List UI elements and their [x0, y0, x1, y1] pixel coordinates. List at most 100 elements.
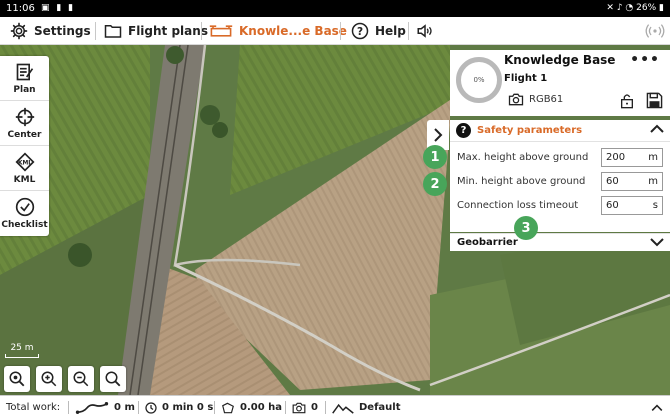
step-marker-3: 3 — [514, 216, 538, 240]
max-height-value: 200 — [606, 152, 626, 163]
help-icon: ? — [351, 22, 369, 40]
kml-icon: KML — [14, 151, 35, 172]
plan-icon — [16, 63, 33, 80]
distance-stat: 0 m — [75, 396, 135, 418]
chevron-right-icon — [434, 128, 443, 142]
connection-status — [645, 17, 665, 45]
area-stat: 0.00 ha — [221, 396, 282, 418]
camera-icon — [292, 402, 306, 413]
project-title: Knowledge Base — [504, 53, 616, 67]
speaker-icon — [417, 24, 432, 38]
chevron-up-icon — [650, 124, 664, 133]
terrain-stat: Default — [332, 396, 401, 418]
zoom-out-button[interactable] — [68, 366, 94, 392]
save-icon[interactable] — [646, 92, 663, 109]
step-marker-1: 1 — [423, 145, 447, 169]
check-circle-icon — [15, 197, 34, 217]
photos-stat: 0 — [292, 396, 318, 418]
safety-parameters-panel: ? Safety parameters Max. height above gr… — [450, 120, 670, 232]
checklist-label: Checklist — [1, 220, 48, 230]
svg-text:?: ? — [357, 26, 363, 38]
progress-ring: 0% — [456, 57, 502, 103]
distance-value: 0 m — [114, 402, 135, 413]
status-right: ✕ ♪ ◔ 26% ▮ — [606, 3, 664, 13]
knowledge-base-label: Knowle...e Base — [239, 24, 347, 38]
zoom-to-fit-button[interactable] — [4, 366, 30, 392]
plan-button[interactable]: Plan — [0, 56, 49, 101]
more-options-button[interactable]: ••• — [630, 52, 660, 68]
zoom-controls — [4, 366, 126, 392]
time-stat: 0 min 0 s — [145, 396, 213, 418]
connection-timeout-row: Connection loss timeout 60 s — [457, 196, 663, 216]
total-work: Total work: — [6, 396, 60, 418]
min-height-row: Min. height above ground 60 m — [457, 172, 663, 192]
plan-label: Plan — [13, 84, 36, 95]
step-marker-2: 2 — [423, 172, 447, 196]
help-button[interactable]: ? Help — [351, 17, 406, 45]
center-label: Center — [7, 129, 42, 140]
map-tools-column: Plan Center KML KML Checklist — [0, 56, 49, 236]
gear-icon — [10, 22, 28, 40]
safety-parameters-header[interactable]: ? Safety parameters — [450, 120, 670, 142]
crosshair-icon — [15, 107, 34, 126]
bottom-status-bar: Total work: 0 m 0 min 0 s 0.00 ha 0 Defa… — [0, 395, 670, 418]
terrain-icon — [332, 403, 354, 414]
drone-icon — [209, 25, 233, 37]
min-height-unit: m — [648, 176, 658, 187]
svg-text:KML: KML — [17, 160, 31, 166]
notification-icons: ▣ ▮ ▮ — [41, 3, 76, 13]
safety-parameters-title: Safety parameters — [477, 125, 583, 136]
zoom-in-button[interactable] — [36, 366, 62, 392]
zoom-in-icon — [41, 371, 57, 387]
zoom-fit-icon — [9, 371, 25, 387]
folder-icon — [104, 25, 122, 38]
camera-icon — [508, 93, 524, 106]
connection-timeout-unit: s — [652, 200, 658, 211]
flight-plans-button[interactable]: Flight plans — [104, 17, 208, 45]
area-value: 0.00 ha — [240, 402, 283, 413]
min-height-label: Min. height above ground — [457, 176, 586, 187]
chevron-up-icon — [651, 403, 663, 411]
scale-label: 25 m — [10, 343, 34, 353]
map-scale: 25 m — [5, 343, 39, 358]
settings-button[interactable]: Settings — [10, 17, 91, 45]
checklist-button[interactable]: Checklist — [0, 191, 49, 236]
geobarrier-title: Geobarrier — [457, 237, 518, 248]
terrain-value: Default — [359, 402, 401, 413]
system-status-bar: 11:06 ▣ ▮ ▮ ✕ ♪ ◔ 26% ▮ — [0, 0, 670, 17]
flight-name: Flight 1 — [504, 73, 548, 84]
signal-icon — [645, 24, 665, 38]
lock-icon[interactable] — [620, 93, 634, 109]
connection-timeout-input[interactable]: 60 s — [601, 196, 663, 215]
settings-label: Settings — [34, 24, 91, 38]
chevron-down-icon — [650, 238, 664, 247]
photos-value: 0 — [311, 402, 318, 413]
kml-label: KML — [13, 174, 36, 185]
time-value: 0 min 0 s — [162, 402, 214, 413]
magnifier-icon — [105, 371, 121, 387]
clock: 11:06 — [6, 3, 35, 14]
project-card: 0% Knowledge Base Flight 1 ••• RGB61 — [450, 50, 670, 116]
max-height-row: Max. height above ground 200 m — [457, 148, 663, 168]
center-button[interactable]: Center — [0, 101, 49, 146]
max-height-input[interactable]: 200 m — [601, 148, 663, 167]
area-icon — [222, 402, 234, 413]
zoom-out-icon — [73, 371, 89, 387]
connection-timeout-label: Connection loss timeout — [457, 200, 579, 211]
clock-icon — [145, 401, 157, 414]
help-label: Help — [375, 24, 406, 38]
geobarrier-header[interactable]: Geobarrier — [450, 233, 670, 251]
battery-level: 26% — [636, 3, 657, 13]
min-height-input[interactable]: 60 m — [601, 172, 663, 191]
knowledge-base-tab[interactable]: Knowle...e Base — [209, 17, 347, 45]
progress-label: 0% — [473, 76, 485, 84]
sensor-label: RGB61 — [529, 94, 564, 105]
route-icon — [75, 401, 109, 414]
total-work-label: Total work: — [6, 402, 61, 413]
help-bubble-icon: ? — [456, 123, 471, 138]
sound-toggle[interactable] — [416, 17, 434, 45]
kml-button[interactable]: KML KML — [0, 146, 49, 191]
expand-bottom-button[interactable] — [651, 396, 663, 418]
flight-plans-label: Flight plans — [128, 24, 208, 38]
zoom-search-button[interactable] — [100, 366, 126, 392]
